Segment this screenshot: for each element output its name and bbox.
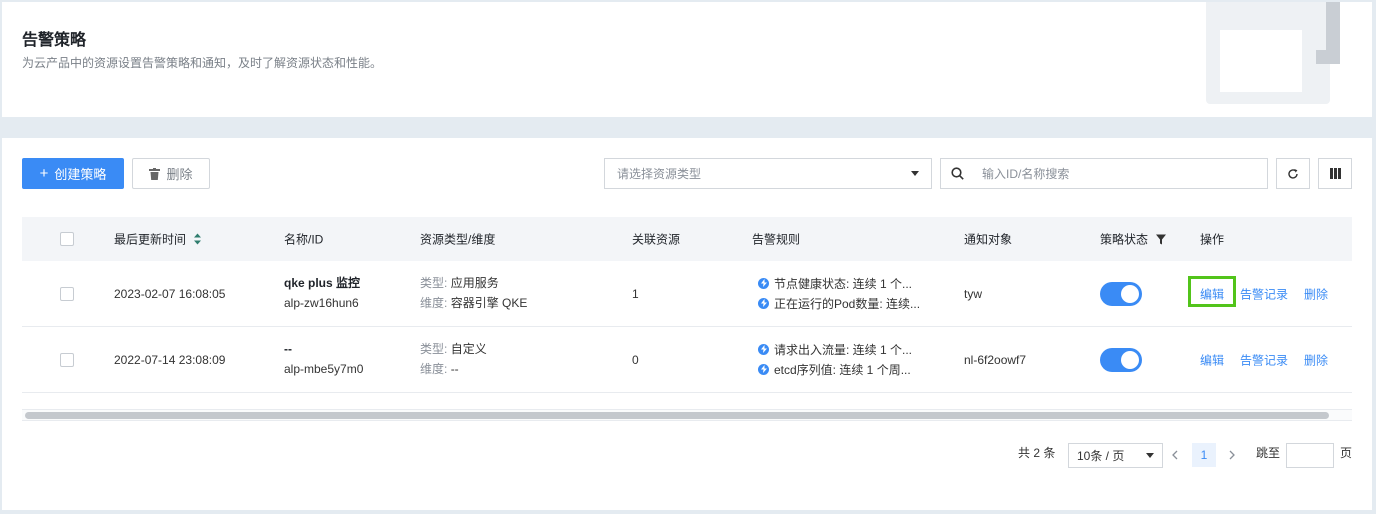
total-count: 共 2 条 [1018, 446, 1056, 460]
search-icon [951, 167, 964, 180]
page-header: 告警策略 为云产品中的资源设置告警策略和通知，及时了解资源状态和性能。 [2, 2, 1372, 117]
columns-icon [1329, 168, 1341, 179]
resource-type-cell: 类型: 应用服务 维度: 容器引擎 QKE [420, 273, 527, 313]
edit-link[interactable]: 编辑 [1200, 351, 1224, 368]
column-updated-label: 最后更新时间 [114, 232, 187, 247]
sort-icon[interactable] [194, 233, 202, 245]
resource-type: 自定义 [450, 342, 487, 356]
trash-icon [149, 167, 161, 180]
table-header: 最后更新时间 名称/ID 资源类型/维度 关联资源 告警规则 通知对象 策略状态… [22, 217, 1352, 261]
page-size-select[interactable]: 10条 / 页 [1068, 443, 1163, 468]
column-actions: 操作 [1200, 232, 1225, 247]
page-size-value: 10条 / 页 [1077, 449, 1125, 463]
header-illustration-icon [1206, 2, 1340, 104]
search-box[interactable] [940, 158, 1268, 189]
search-input[interactable] [980, 165, 1254, 182]
next-page-icon[interactable] [1229, 450, 1235, 460]
policy-id: alp-mbe5y7m0 [284, 362, 364, 376]
toggle-knob [1121, 284, 1139, 303]
rule-text: 请求出入流量: 连续 1 个... [774, 342, 913, 357]
type-prefix: 类型: [420, 276, 448, 290]
bolt-icon [758, 363, 769, 375]
delete-link[interactable]: 删除 [1304, 351, 1328, 368]
scrollbar-thumb[interactable] [25, 412, 1329, 419]
resource-type-cell: 类型: 自定义 维度: -- [420, 339, 487, 379]
row-checkbox[interactable] [60, 286, 74, 301]
notify-target: tyw [964, 286, 982, 301]
column-name: 名称/ID [284, 232, 324, 247]
dimension-prefix: 维度: [420, 362, 448, 376]
policy-list-panel: + 创建策略 删除 请选择资源类型 输入ID/名称搜索 最后更新时间 名称/ID… [2, 138, 1372, 510]
table-row: 2022-07-14 23:08:09 -- alp-mbe5y7m0 类型: … [22, 327, 1352, 393]
delete-label: 删除 [166, 167, 193, 182]
policy-id: alp-zw16hun6 [284, 296, 359, 310]
rules-cell: 节点健康状态: 连续 1 个... 正在运行的Pod数量: 连续... [758, 273, 920, 313]
status-toggle[interactable] [1100, 281, 1142, 306]
filter-icon[interactable] [1156, 234, 1167, 244]
current-page[interactable]: 1 [1192, 443, 1216, 467]
column-resources: 关联资源 [632, 232, 681, 247]
policy-name: qke plus 监控 [284, 276, 361, 290]
column-notify: 通知对象 [964, 232, 1013, 247]
caret-down-icon [911, 171, 919, 176]
policy-table: 最后更新时间 名称/ID 资源类型/维度 关联资源 告警规则 通知对象 策略状态… [22, 217, 1352, 393]
bolt-icon [758, 297, 769, 309]
refresh-button[interactable] [1276, 158, 1310, 189]
column-updated[interactable]: 最后更新时间 [114, 231, 202, 248]
page-suffix: 页 [1340, 446, 1353, 460]
type-prefix: 类型: [420, 342, 448, 356]
jump-page-input[interactable] [1286, 443, 1334, 468]
toggle-knob [1121, 350, 1139, 369]
records-link[interactable]: 告警记录 [1240, 351, 1288, 368]
column-status: 策略状态 [1100, 231, 1167, 248]
page-title: 告警策略 [22, 32, 87, 49]
delete-button[interactable]: 删除 [132, 158, 210, 189]
rule-text: 节点健康状态: 连续 1 个... [774, 276, 913, 291]
create-policy-button[interactable]: + 创建策略 [22, 158, 124, 189]
jump-label: 跳至 [1256, 446, 1281, 460]
select-all-checkbox[interactable] [60, 232, 74, 246]
updated-time: 2022-07-14 23:08:09 [114, 352, 226, 367]
page-description: 为云产品中的资源设置告警策略和通知，及时了解资源状态和性能。 [22, 56, 383, 70]
policy-name: -- [284, 342, 292, 356]
name-cell: -- alp-mbe5y7m0 [284, 339, 363, 379]
resource-type-select[interactable]: 请选择资源类型 [604, 158, 932, 189]
notify-target: nl-6f2oowf7 [964, 352, 1027, 367]
dimension: 容器引擎 QKE [450, 296, 528, 310]
refresh-icon [1288, 168, 1298, 179]
name-cell: qke plus 监控 alp-zw16hun6 [284, 273, 360, 313]
resource-count: 0 [632, 352, 639, 367]
column-rules: 告警规则 [752, 232, 801, 247]
dimension: -- [450, 362, 459, 376]
bolt-icon [758, 277, 769, 289]
status-toggle[interactable] [1100, 347, 1142, 372]
resource-count: 1 [632, 286, 639, 301]
rule-text: 正在运行的Pod数量: 连续... [774, 296, 921, 311]
bolt-icon [758, 343, 769, 355]
horizontal-scrollbar[interactable] [22, 409, 1352, 421]
records-link[interactable]: 告警记录 [1240, 285, 1288, 302]
column-resource-type: 资源类型/维度 [420, 232, 496, 247]
row-checkbox[interactable] [60, 352, 74, 367]
updated-time: 2023-02-07 16:08:05 [114, 286, 226, 301]
column-status-label: 策略状态 [1100, 232, 1149, 247]
rule-text: etcd序列值: 连续 1 个周... [774, 362, 911, 377]
delete-link[interactable]: 删除 [1304, 285, 1328, 302]
plus-icon: + [39, 165, 49, 182]
caret-down-icon [1146, 453, 1154, 458]
prev-page-icon[interactable] [1172, 450, 1178, 460]
table-row: 2023-02-07 16:08:05 qke plus 监控 alp-zw16… [22, 261, 1352, 327]
rules-cell: 请求出入流量: 连续 1 个... etcd序列值: 连续 1 个周... [758, 339, 912, 379]
edit-link[interactable]: 编辑 [1200, 285, 1224, 302]
dimension-prefix: 维度: [420, 296, 448, 310]
resource-type: 应用服务 [450, 276, 499, 290]
resource-type-placeholder: 请选择资源类型 [617, 167, 702, 181]
create-policy-label: 创建策略 [54, 167, 107, 182]
column-settings-button[interactable] [1318, 158, 1352, 189]
